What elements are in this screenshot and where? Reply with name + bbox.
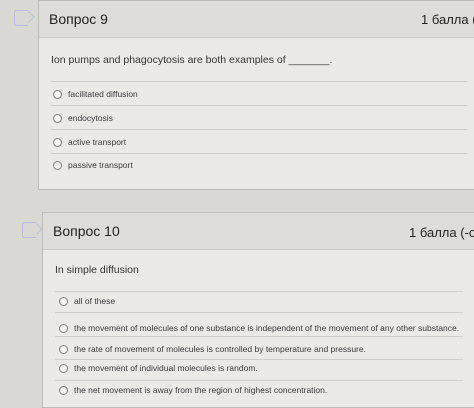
question-9-option[interactable]: passive transport bbox=[53, 160, 133, 170]
flag-icon[interactable] bbox=[14, 10, 29, 26]
radio-icon[interactable] bbox=[59, 344, 68, 354]
question-10-option[interactable]: the movement of individual molecules is … bbox=[59, 363, 258, 373]
question-9-option[interactable]: facilitated diffusion bbox=[53, 89, 138, 99]
question-10-points: 1 балла (-ов) bbox=[409, 225, 474, 240]
question-10-card: Вопрос 10 1 балла (-ов) In simple diffus… bbox=[42, 212, 474, 408]
option-label: the rate of movement of molecules is con… bbox=[74, 344, 366, 354]
question-9-points: 1 балла (-о bbox=[421, 12, 474, 27]
option-label: all of these bbox=[74, 296, 116, 306]
radio-icon[interactable] bbox=[59, 296, 68, 306]
divider bbox=[55, 312, 463, 313]
question-9-option[interactable]: active transport bbox=[53, 137, 126, 147]
question-10-option[interactable]: the movement of molecules of one substan… bbox=[59, 323, 459, 333]
option-label: endocytosis bbox=[68, 113, 113, 123]
question-9-header: Вопрос 9 1 балла (-о bbox=[39, 1, 474, 38]
question-10-option[interactable]: all of these bbox=[59, 296, 115, 306]
option-label: facilitated diffusion bbox=[68, 89, 138, 99]
divider bbox=[51, 105, 467, 106]
question-10-title: Вопрос 10 bbox=[53, 223, 120, 239]
radio-icon[interactable] bbox=[59, 323, 68, 333]
radio-icon[interactable] bbox=[59, 385, 68, 395]
option-label: active transport bbox=[68, 137, 127, 147]
question-10-text: In simple diffusion bbox=[55, 264, 139, 276]
radio-icon[interactable] bbox=[53, 89, 62, 99]
option-label: the net movement is away from the region… bbox=[74, 385, 328, 395]
divider bbox=[51, 153, 467, 154]
radio-icon[interactable] bbox=[53, 113, 62, 123]
question-10-option[interactable]: the rate of movement of molecules is con… bbox=[59, 344, 366, 354]
divider bbox=[55, 291, 463, 292]
option-label: passive transport bbox=[68, 160, 133, 170]
question-9-title: Вопрос 9 bbox=[49, 11, 108, 27]
question-10-header: Вопрос 10 1 балла (-ов) bbox=[43, 213, 474, 250]
flag-icon[interactable] bbox=[22, 222, 37, 238]
question-10-option[interactable]: the net movement is away from the region… bbox=[59, 385, 327, 395]
question-9-text: Ion pumps and phagocytosis are both exam… bbox=[51, 54, 333, 66]
radio-icon[interactable] bbox=[53, 160, 62, 170]
question-9-option[interactable]: endocytosis bbox=[53, 113, 113, 123]
divider bbox=[51, 81, 467, 82]
radio-icon[interactable] bbox=[53, 137, 62, 147]
divider bbox=[55, 359, 463, 360]
question-9-card: Вопрос 9 1 балла (-о Ion pumps and phago… bbox=[38, 0, 474, 190]
divider bbox=[55, 336, 463, 337]
option-label: the movement of individual molecules is … bbox=[74, 363, 258, 373]
divider bbox=[55, 380, 463, 381]
divider bbox=[51, 129, 467, 130]
option-label: the movement of molecules of one substan… bbox=[74, 323, 460, 333]
radio-icon[interactable] bbox=[59, 363, 68, 373]
